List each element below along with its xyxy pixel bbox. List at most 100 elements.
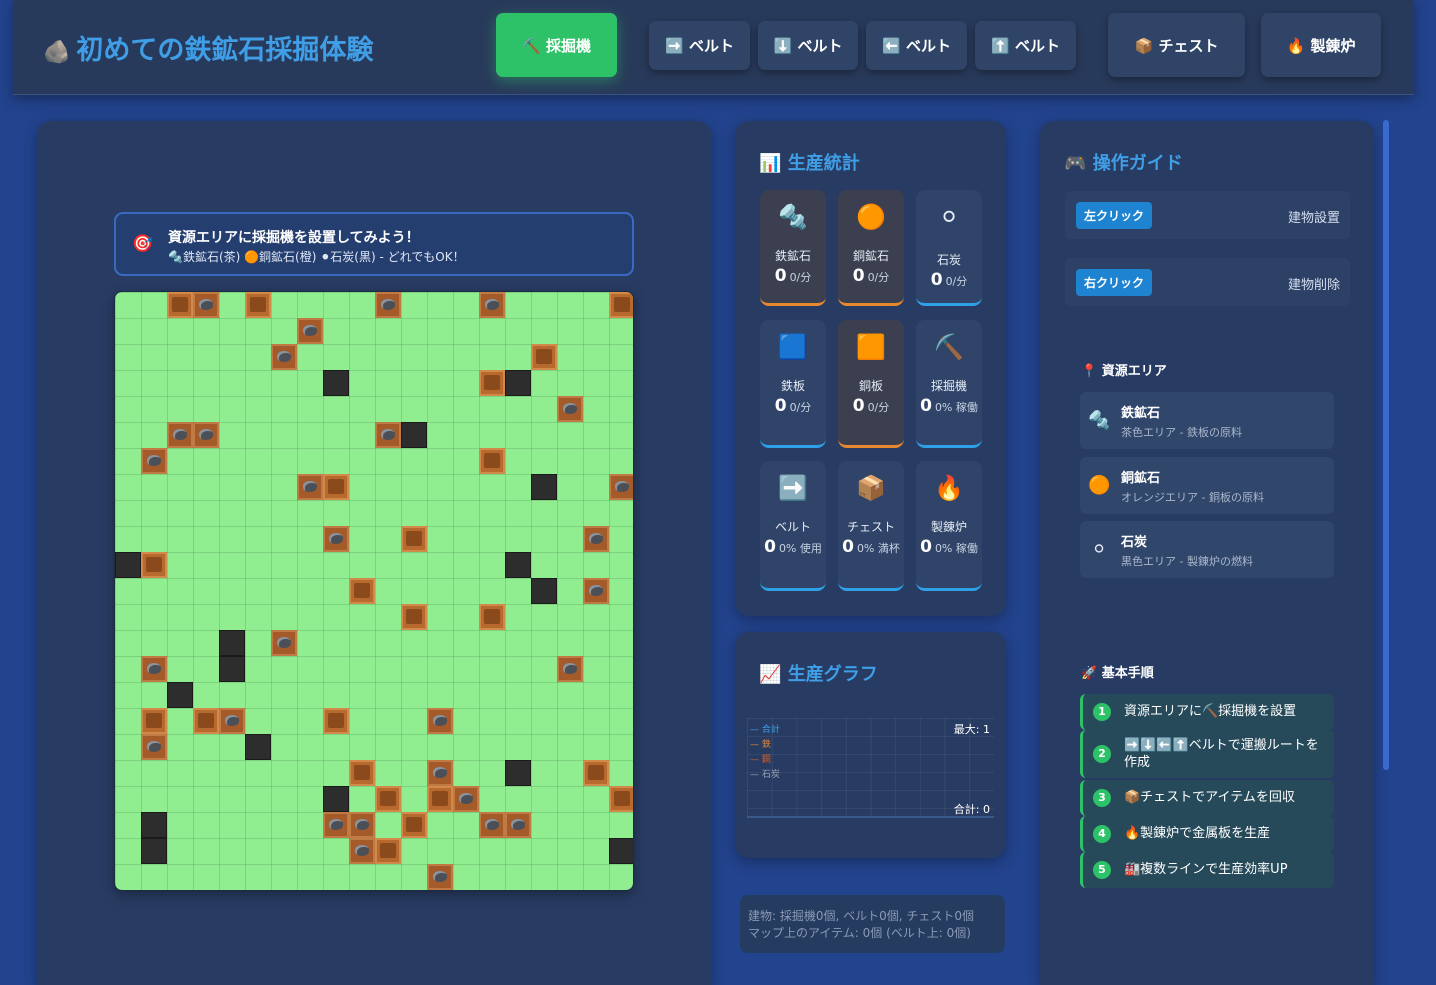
stat-value: 0 0/分: [916, 272, 982, 290]
goal-hint: 🔩鉄鉱石(茶) 🟠銅鉱石(橙) ⚫石炭(黒) - どれでもOK！: [168, 250, 465, 264]
legend-coal: — 石炭: [750, 770, 780, 780]
iron-ore-deposit-tile[interactable]: [271, 344, 297, 370]
coal-tile[interactable]: [505, 760, 531, 786]
iron-ore-deposit-tile[interactable]: [323, 812, 349, 838]
resource-desc: オレンジエリア - 銅板の原料: [1121, 491, 1264, 504]
iron-ore-deposit-tile[interactable]: [141, 734, 167, 760]
ore-deposit-tile[interactable]: [375, 786, 401, 812]
ore-deposit-tile[interactable]: [349, 578, 375, 604]
iron-ore-deposit-tile[interactable]: [427, 760, 453, 786]
tool-button-furnace[interactable]: 🔥 製錬炉: [1261, 13, 1381, 77]
iron-ore-deposit-tile[interactable]: [193, 292, 219, 318]
stat-icon: 🟠: [856, 203, 886, 231]
coal-tile[interactable]: [115, 552, 141, 578]
coal-tile[interactable]: [323, 370, 349, 396]
iron-ore-deposit-tile[interactable]: [479, 292, 505, 318]
coal-tile[interactable]: [505, 552, 531, 578]
iron-ore-deposit-tile[interactable]: [583, 578, 609, 604]
stat-card: ⛏️ 採掘機 0 0% 稼働: [916, 320, 982, 448]
coal-tile[interactable]: [531, 578, 557, 604]
coal-tile[interactable]: [219, 656, 245, 682]
graph-total: 合計: 0: [953, 803, 990, 816]
stat-label: 鉄板: [780, 379, 805, 393]
iron-ore-deposit-tile[interactable]: [349, 812, 375, 838]
stats-title: 📊 生産統計: [759, 149, 860, 175]
stat-value: 0 0/分: [838, 398, 904, 416]
ore-deposit-tile[interactable]: [479, 448, 505, 474]
right-click-badge: 右クリック: [1076, 269, 1153, 296]
ore-deposit-tile[interactable]: [401, 526, 427, 552]
iron-ore-deposit-tile[interactable]: [141, 448, 167, 474]
right-click-desc: 建物削除: [1287, 278, 1340, 293]
tool-button-belt-left[interactable]: ⬅️ ベルト: [866, 21, 967, 70]
ore-deposit-tile[interactable]: [531, 344, 557, 370]
tool-button-miner[interactable]: ⛏️ 採掘機: [496, 13, 617, 77]
ore-deposit-tile[interactable]: [427, 786, 453, 812]
iron-ore-deposit-tile[interactable]: [193, 422, 219, 448]
ore-deposit-tile[interactable]: [375, 838, 401, 864]
tool-button-belt-down[interactable]: ⬇️ ベルト: [758, 21, 858, 70]
iron-ore-deposit-tile[interactable]: [583, 526, 609, 552]
iron-ore-deposit-tile[interactable]: [609, 474, 633, 500]
resource-name: 銅鉱石: [1121, 471, 1161, 486]
guide-scrollbar[interactable]: [1383, 120, 1389, 770]
ore-deposit-tile[interactable]: [479, 370, 505, 396]
stat-number: 0: [920, 537, 932, 557]
ore-deposit-tile[interactable]: [323, 474, 349, 500]
ore-deposit-tile[interactable]: [479, 604, 505, 630]
stat-number: 0: [842, 537, 854, 557]
legend-total: — 合計: [750, 725, 780, 735]
coal-tile[interactable]: [531, 474, 557, 500]
iron-ore-deposit-tile[interactable]: [297, 474, 323, 500]
rock-icon: 🪨: [43, 40, 71, 65]
iron-ore-deposit-tile[interactable]: [453, 786, 479, 812]
iron-ore-deposit-tile[interactable]: [427, 708, 453, 734]
iron-ore-deposit-tile[interactable]: [375, 292, 401, 318]
stat-label: ベルト: [774, 520, 811, 534]
step-number: 5: [1093, 861, 1111, 879]
iron-ore-deposit-tile[interactable]: [297, 318, 323, 344]
coal-tile[interactable]: [141, 812, 167, 838]
stat-label: チェスト: [846, 520, 895, 534]
ore-deposit-tile[interactable]: [609, 292, 633, 318]
ore-deposit-tile[interactable]: [193, 708, 219, 734]
coal-tile[interactable]: [323, 786, 349, 812]
coal-tile[interactable]: [505, 370, 531, 396]
ore-deposit-tile[interactable]: [349, 760, 375, 786]
iron-ore-deposit-tile[interactable]: [375, 422, 401, 448]
iron-ore-deposit-tile[interactable]: [427, 864, 453, 890]
iron-ore-deposit-tile[interactable]: [323, 526, 349, 552]
iron-ore-deposit-tile[interactable]: [505, 812, 531, 838]
coal-tile[interactable]: [219, 630, 245, 656]
coal-tile[interactable]: [401, 422, 427, 448]
iron-ore-deposit-tile[interactable]: [479, 812, 505, 838]
stat-number: 0: [920, 396, 932, 416]
ore-deposit-tile[interactable]: [167, 292, 193, 318]
iron-ore-deposit-tile[interactable]: [349, 838, 375, 864]
ore-deposit-tile[interactable]: [583, 760, 609, 786]
tool-button-belt-right[interactable]: ➡️ ベルト: [649, 21, 750, 70]
resource-icon: 🔩: [1088, 410, 1111, 431]
ore-deposit-tile[interactable]: [609, 786, 633, 812]
iron-ore-deposit-tile[interactable]: [271, 630, 297, 656]
coal-tile[interactable]: [245, 734, 271, 760]
iron-ore-deposit-tile[interactable]: [557, 656, 583, 682]
coal-tile[interactable]: [167, 682, 193, 708]
tool-button-chest[interactable]: 📦 チェスト: [1108, 13, 1245, 77]
ore-deposit-tile[interactable]: [323, 708, 349, 734]
stat-rate: 0/分: [789, 401, 812, 414]
coal-tile[interactable]: [609, 838, 633, 864]
game-map-grid[interactable]: [114, 291, 634, 891]
ore-deposit-tile[interactable]: [245, 292, 271, 318]
resource-name: 鉄鉱石: [1121, 406, 1161, 421]
ore-deposit-tile[interactable]: [141, 708, 167, 734]
coal-tile[interactable]: [141, 838, 167, 864]
tool-button-belt-up[interactable]: ⬆️ ベルト: [975, 21, 1076, 70]
iron-ore-deposit-tile[interactable]: [557, 396, 583, 422]
iron-ore-deposit-tile[interactable]: [167, 422, 193, 448]
ore-deposit-tile[interactable]: [141, 552, 167, 578]
ore-deposit-tile[interactable]: [401, 812, 427, 838]
iron-ore-deposit-tile[interactable]: [219, 708, 245, 734]
ore-deposit-tile[interactable]: [401, 604, 427, 630]
iron-ore-deposit-tile[interactable]: [141, 656, 167, 682]
